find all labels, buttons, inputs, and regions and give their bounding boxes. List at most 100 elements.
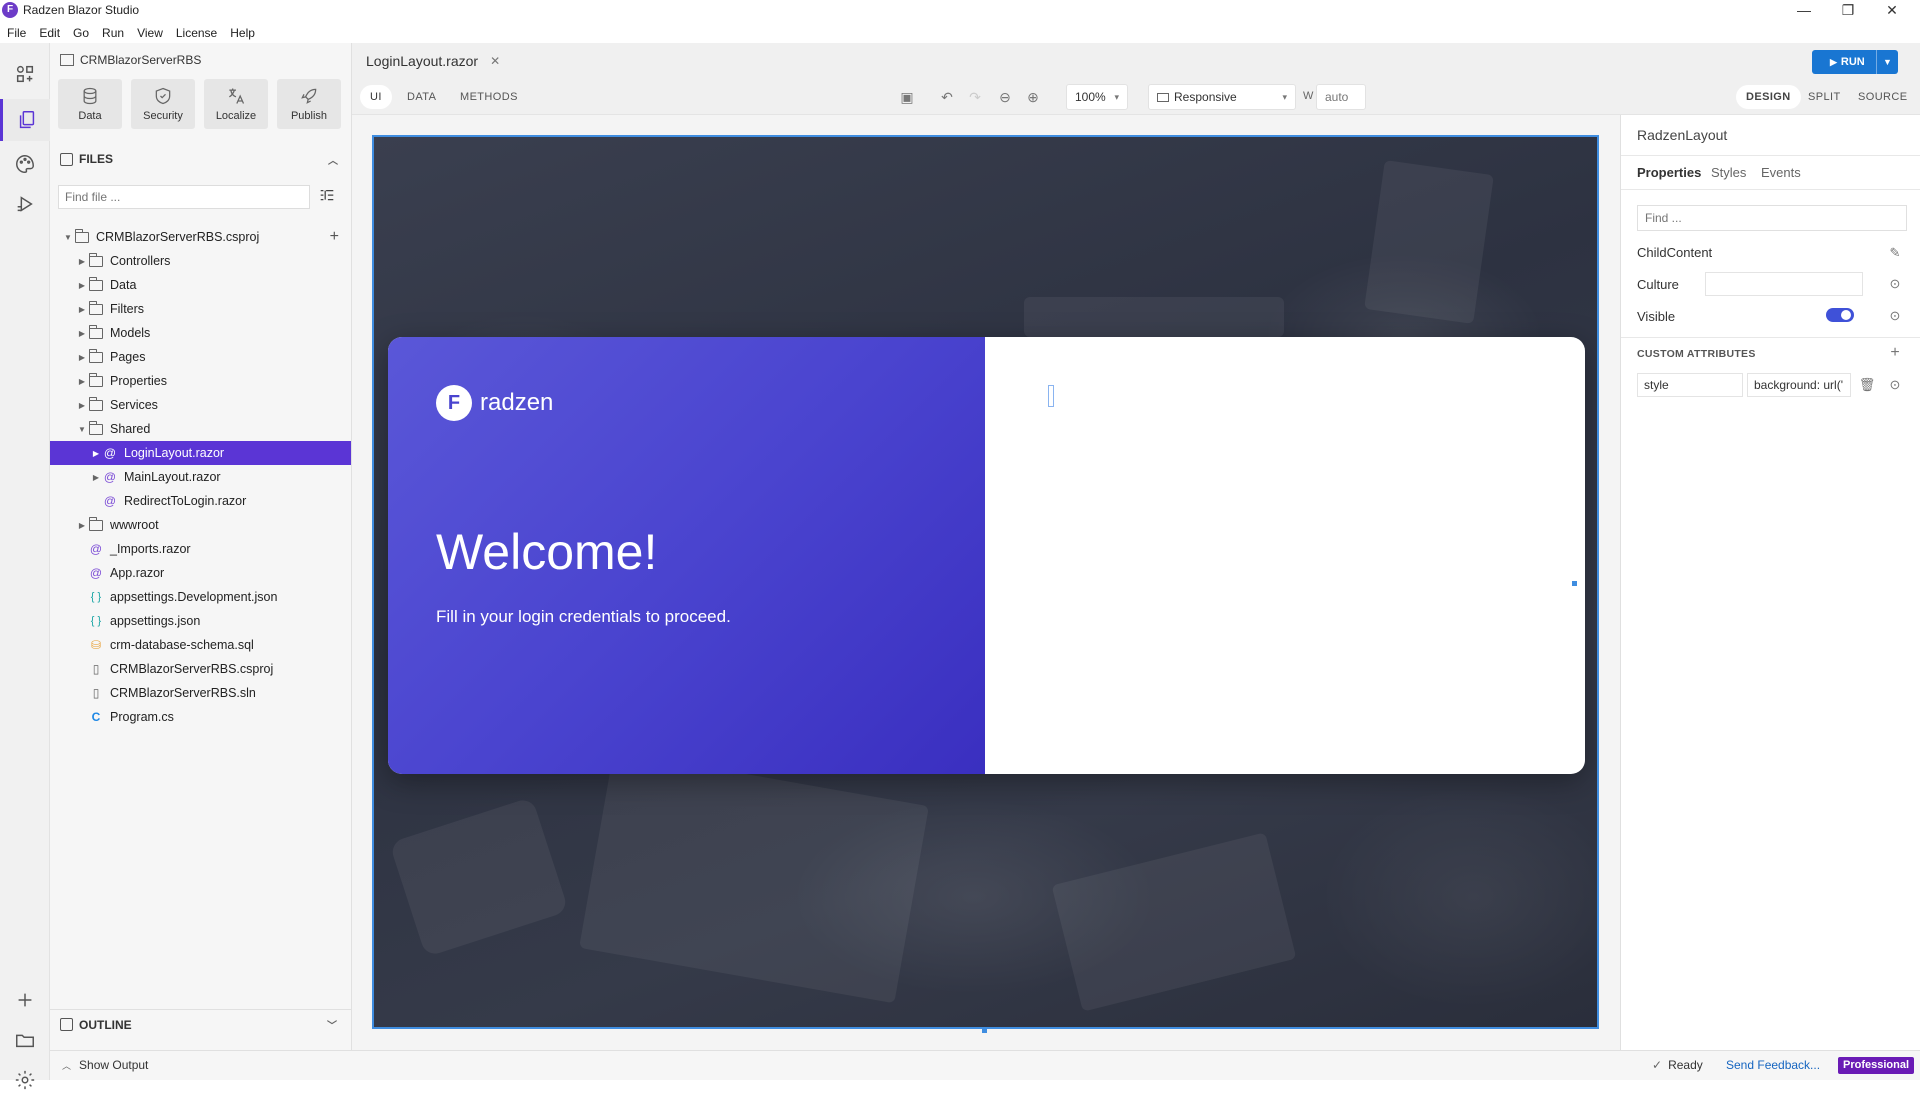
tree-file[interactable]: ⛁ crm-database-schema.sql: [50, 633, 351, 657]
menu-view[interactable]: View: [130, 22, 169, 42]
bind-link-icon[interactable]: ⊙: [1887, 308, 1903, 324]
custom-attr-name-input[interactable]: style: [1637, 373, 1743, 397]
add-icon[interactable]: [0, 979, 50, 1021]
tree-file[interactable]: C Program.cs: [50, 705, 351, 729]
minimize-button[interactable]: —: [1782, 0, 1826, 22]
body-placeholder[interactable]: [1048, 385, 1054, 407]
bind-link-icon[interactable]: ⊙: [1887, 377, 1903, 393]
tab-data[interactable]: DATA: [397, 85, 446, 109]
edit-pencil-icon[interactable]: ✎: [1887, 245, 1903, 261]
undo-icon[interactable]: ↶: [938, 88, 956, 106]
chevron-right-icon[interactable]: ▶: [76, 521, 88, 530]
menu-edit[interactable]: Edit: [32, 22, 66, 42]
data-tool-button[interactable]: Data: [58, 79, 122, 129]
add-attribute-icon[interactable]: +: [1887, 344, 1903, 361]
license-badge[interactable]: Professional: [1838, 1057, 1915, 1074]
tab-styles[interactable]: Styles: [1711, 165, 1746, 180]
chevron-right-icon[interactable]: ▶: [76, 329, 88, 338]
tree-folder[interactable]: ▶ Controllers: [50, 249, 351, 273]
tree-file[interactable]: ▶ @ MainLayout.razor: [50, 465, 351, 489]
radzen-layout-canvas[interactable]: F radzen Welcome! Fill in your login cre…: [372, 135, 1599, 1029]
property-find-input[interactable]: [1637, 205, 1907, 231]
find-file-input[interactable]: [58, 185, 310, 209]
tree-folder[interactable]: ▶ wwwroot: [50, 513, 351, 537]
tab-methods[interactable]: METHODS: [450, 85, 528, 109]
files-section-header[interactable]: FILES ︿: [60, 149, 342, 169]
maximize-button[interactable]: ❐: [1826, 0, 1870, 22]
zoom-in-icon[interactable]: ⊕: [1024, 88, 1042, 106]
visible-toggle[interactable]: [1826, 308, 1854, 322]
resize-handle-bottom[interactable]: [982, 1028, 987, 1033]
chevron-right-icon[interactable]: ▶: [76, 305, 88, 314]
security-tool-button[interactable]: Security: [131, 79, 195, 129]
run-button[interactable]: ▶ RUN ▼: [1812, 50, 1898, 74]
width-input[interactable]: auto: [1316, 84, 1366, 110]
tree-folder[interactable]: ▼ CRMBlazorServerRBS.csproj +: [50, 225, 351, 249]
chevron-down-icon[interactable]: ▼: [76, 425, 88, 434]
custom-attr-value-input[interactable]: background: url(': [1747, 373, 1851, 397]
tree-file[interactable]: ▯ CRMBlazorServerRBS.sln: [50, 681, 351, 705]
close-tab-icon[interactable]: ✕: [490, 54, 500, 68]
send-feedback-link[interactable]: Send Feedback...: [1726, 1058, 1820, 1072]
chevron-down-icon[interactable]: ▼: [62, 233, 74, 242]
tab-split[interactable]: SPLIT: [1798, 85, 1851, 109]
tab-source[interactable]: SOURCE: [1848, 85, 1917, 109]
chevron-up-icon[interactable]: ︿: [328, 152, 338, 167]
tree-folder[interactable]: ▶ Pages: [50, 345, 351, 369]
device-select[interactable]: Responsive ▾: [1148, 84, 1296, 110]
menu-help[interactable]: Help: [223, 22, 261, 42]
tree-folder[interactable]: ▶ Services: [50, 393, 351, 417]
tree-file[interactable]: @ RedirectToLogin.razor: [50, 489, 351, 513]
chevron-down-icon[interactable]: ﹀: [327, 1017, 337, 1032]
tree-file[interactable]: @ _Imports.razor: [50, 537, 351, 561]
menu-run[interactable]: Run: [95, 22, 130, 42]
tree-folder[interactable]: ▶ Filters: [50, 297, 351, 321]
tree-file[interactable]: ▯ CRMBlazorServerRBS.csproj: [50, 657, 351, 681]
publish-tool-button[interactable]: Publish: [277, 79, 341, 129]
zoom-select[interactable]: 100% ▾: [1066, 84, 1128, 110]
chevron-right-icon[interactable]: ▶: [90, 473, 102, 482]
zoom-out-icon[interactable]: ⊖: [996, 88, 1014, 106]
tab-design[interactable]: DESIGN: [1736, 85, 1801, 109]
components-icon[interactable]: [0, 53, 50, 95]
tree-file[interactable]: { } appsettings.json: [50, 609, 351, 633]
tree-file[interactable]: @ App.razor: [50, 561, 351, 585]
tree-file[interactable]: ▶ @ LoginLayout.razor: [50, 441, 351, 465]
tree-view-toggle-icon[interactable]: [318, 187, 338, 207]
show-output-button[interactable]: ︿ Show Output: [62, 1058, 148, 1072]
save-icon[interactable]: ▣: [898, 88, 916, 106]
tab-events[interactable]: Events: [1761, 165, 1801, 180]
tree-folder[interactable]: ▼ Shared: [50, 417, 351, 441]
run-dropdown-chevron-icon[interactable]: ▼: [1876, 50, 1898, 74]
outline-section-header[interactable]: OUTLINE ﹀: [50, 1009, 351, 1039]
open-folder-icon[interactable]: [0, 1019, 50, 1061]
menu-file[interactable]: File: [0, 22, 32, 42]
chevron-right-icon[interactable]: ▶: [76, 281, 88, 290]
chevron-right-icon[interactable]: ▶: [90, 449, 102, 458]
bind-link-icon[interactable]: ⊙: [1887, 276, 1903, 292]
tree-folder[interactable]: ▶ Properties: [50, 369, 351, 393]
palette-icon[interactable]: [0, 143, 50, 185]
tree-file[interactable]: { } appsettings.Development.json: [50, 585, 351, 609]
tab-ui[interactable]: UI: [360, 85, 392, 109]
close-window-button[interactable]: ✕: [1870, 0, 1914, 22]
files-icon[interactable]: [0, 99, 50, 141]
chevron-right-icon[interactable]: ▶: [76, 377, 88, 386]
menu-go[interactable]: Go: [66, 22, 95, 42]
localize-tool-button[interactable]: Localize: [204, 79, 268, 129]
chevron-right-icon[interactable]: ▶: [76, 257, 88, 266]
resize-handle-right[interactable]: [1572, 581, 1577, 586]
chevron-right-icon[interactable]: ▶: [76, 353, 88, 362]
redo-icon[interactable]: ↷: [966, 88, 984, 106]
delete-trash-icon[interactable]: 🗑: [1859, 377, 1876, 393]
culture-input[interactable]: [1705, 272, 1863, 296]
tree-folder[interactable]: ▶ Models: [50, 321, 351, 345]
chevron-right-icon[interactable]: ▶: [76, 401, 88, 410]
tab-properties[interactable]: Properties: [1637, 165, 1701, 180]
tree-folder[interactable]: ▶ Data: [50, 273, 351, 297]
add-file-icon[interactable]: +: [330, 228, 339, 246]
run-debug-icon[interactable]: [0, 183, 50, 225]
settings-gear-icon[interactable]: [0, 1059, 50, 1101]
menu-license[interactable]: License: [169, 22, 223, 42]
tab-login-layout[interactable]: LoginLayout.razor ✕: [352, 43, 515, 79]
